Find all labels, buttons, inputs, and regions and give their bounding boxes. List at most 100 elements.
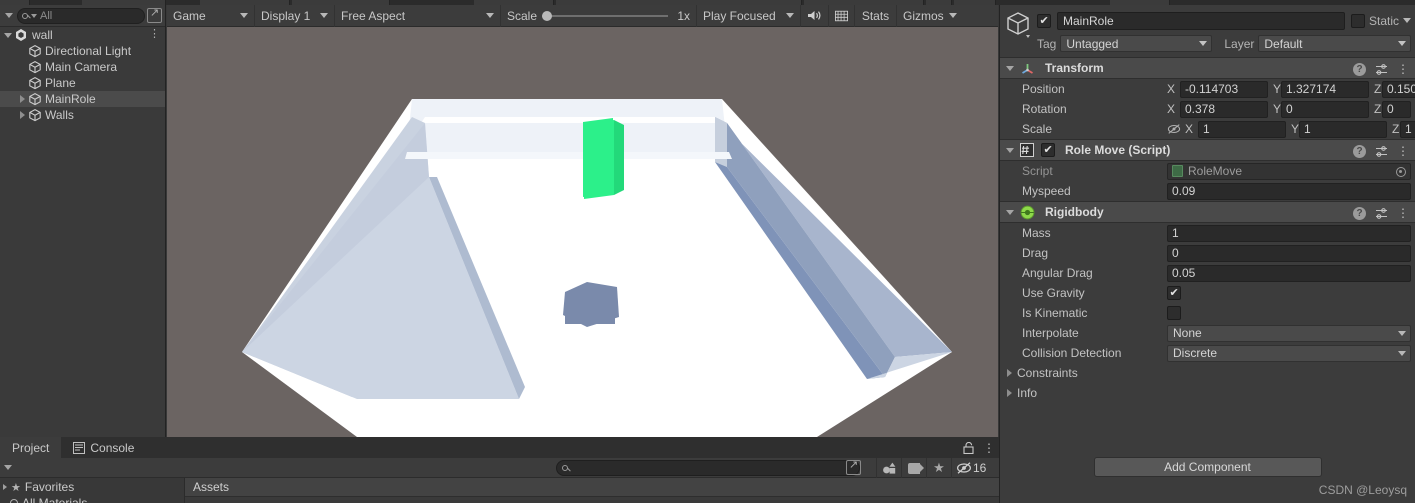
chevron-down-icon[interactable]: [2, 32, 14, 38]
game-view-panel: Game Display 1 Free Aspect Scale 1x Play…: [167, 4, 998, 437]
tag-dropdown[interactable]: Untagged: [1060, 35, 1213, 52]
project-asset-browser[interactable]: Assets: [185, 478, 999, 503]
is-kinematic-checkbox[interactable]: [1167, 306, 1181, 320]
kebab-icon[interactable]: ⋮: [1397, 63, 1409, 75]
property-row-scale: Scale X 1 Y 1 Z 1: [1000, 119, 1415, 139]
component-header-role-move-script[interactable]: Role Move (Script)? ⋮: [1000, 139, 1415, 161]
axis-label-y: Y: [1273, 102, 1282, 116]
preset-icon[interactable]: [1375, 145, 1388, 158]
mute-audio-button[interactable]: [801, 4, 829, 27]
search-filter-caret-icon[interactable]: [31, 13, 37, 18]
hierarchy-item-mainrole[interactable]: MainRole: [0, 91, 165, 107]
chevron-down-icon[interactable]: [1006, 147, 1014, 153]
layer-dropdown[interactable]: Default: [1258, 35, 1411, 52]
interpolate-dropdown[interactable]: None: [1167, 324, 1411, 342]
console-icon: [73, 441, 86, 454]
hierarchy-popout-icon[interactable]: [147, 6, 162, 23]
hierarchy-item-plane[interactable]: Plane: [0, 75, 165, 91]
component-header-rigidbody[interactable]: Rigidbody? ⋮: [1000, 201, 1415, 223]
mass-input[interactable]: 1: [1167, 224, 1411, 242]
hierarchy-panel: All wall ⋮ Directional Light Main Camera Pla…: [0, 5, 166, 437]
position-y-input[interactable]: 1.327174: [1281, 80, 1369, 98]
chevron-right-icon[interactable]: [16, 111, 28, 119]
hierarchy-item-walls[interactable]: Walls: [0, 107, 165, 123]
preset-icon[interactable]: [1375, 207, 1388, 220]
position-z-input[interactable]: 0.150333: [1382, 80, 1415, 98]
static-dropdown-icon[interactable]: [1403, 18, 1411, 23]
hierarchy-item-wall[interactable]: wall ⋮: [0, 27, 165, 43]
game-view-canvas[interactable]: [167, 27, 998, 437]
hierarchy-item-main-camera[interactable]: Main Camera: [0, 59, 165, 75]
property-row-myspeed: Myspeed 0.09: [1000, 181, 1415, 201]
help-icon[interactable]: ?: [1353, 144, 1366, 158]
scale-slider[interactable]: [542, 10, 669, 21]
object-picker-icon[interactable]: [1396, 166, 1406, 177]
tab-project[interactable]: Project: [0, 437, 62, 458]
position-x-input[interactable]: -0.114703: [1180, 80, 1268, 98]
filter-favorites-button[interactable]: ★: [926, 458, 951, 478]
gizmos-label: Gizmos: [903, 8, 944, 23]
property-label: Mass: [1022, 226, 1051, 240]
rotation-y-input[interactable]: 0: [1281, 100, 1369, 118]
foldout-info[interactable]: Info: [1000, 383, 1415, 403]
script-object-field[interactable]: RoleMove: [1167, 162, 1411, 180]
eye-off-icon[interactable]: [1167, 122, 1181, 136]
help-icon[interactable]: ?: [1353, 62, 1366, 76]
favorites-row[interactable]: ★ Favorites: [0, 478, 184, 494]
filter-by-type-button[interactable]: [876, 458, 901, 478]
scale-slider-group[interactable]: Scale 1x: [501, 4, 697, 27]
grid-icon: [835, 10, 848, 21]
project-search-popout-icon[interactable]: [846, 458, 861, 475]
scale-slider-handle[interactable]: [542, 10, 553, 21]
stats-grid-toggle[interactable]: [829, 4, 855, 27]
hierarchy-item-directional-light[interactable]: Directional Light: [0, 43, 165, 59]
unity-editor-window: All wall ⋮ Directional Light Main Camera Pla…: [0, 0, 1415, 503]
chevron-right-icon[interactable]: [3, 484, 7, 490]
component-header-transform[interactable]: Transform? ⋮: [1000, 57, 1415, 79]
tab-console[interactable]: Console: [61, 437, 146, 458]
stats-button[interactable]: Stats: [855, 4, 897, 27]
play-mode-selector[interactable]: Play Focused: [697, 4, 801, 27]
display-selector[interactable]: Display 1: [255, 4, 335, 27]
game-tab-selector[interactable]: Game: [167, 4, 255, 27]
tag-value: Untagged: [1066, 36, 1119, 51]
static-checkbox[interactable]: [1350, 13, 1365, 28]
use-gravity-checkbox[interactable]: [1167, 286, 1181, 300]
component-enabled-checkbox[interactable]: [1041, 143, 1055, 157]
angular-drag-input[interactable]: 0.05: [1167, 264, 1411, 282]
gizmos-button[interactable]: Gizmos: [897, 5, 963, 27]
foldout-constraints[interactable]: Constraints: [1000, 363, 1415, 383]
kebab-icon[interactable]: ⋮: [983, 442, 995, 454]
chevron-down-icon[interactable]: [1006, 65, 1014, 71]
hierarchy-search-input[interactable]: All: [17, 7, 145, 24]
lock-open-icon[interactable]: [963, 441, 974, 454]
rotation-z-input[interactable]: 0: [1382, 100, 1411, 118]
scale-z-input[interactable]: 1: [1400, 120, 1415, 138]
chevron-right-icon[interactable]: [16, 95, 28, 103]
hidden-packages-count[interactable]: 16: [951, 458, 990, 478]
chevron-down-icon[interactable]: [1006, 209, 1014, 215]
filter-by-label-button[interactable]: [901, 458, 926, 478]
scale-x-input[interactable]: 1: [1198, 120, 1286, 138]
scale-y-input[interactable]: 1: [1299, 120, 1387, 138]
kebab-icon[interactable]: ⋮: [149, 29, 160, 40]
aspect-selector[interactable]: Free Aspect: [335, 4, 501, 27]
axis-label-z: Z: [1392, 122, 1400, 136]
property-label: Script: [1022, 164, 1053, 178]
property-row-is-kinematic: Is Kinematic: [1000, 303, 1415, 323]
rotation-x-input[interactable]: 0.378: [1180, 100, 1268, 118]
gameobject-name-input[interactable]: MainRole: [1057, 11, 1345, 30]
project-menu-icon[interactable]: [4, 465, 12, 470]
kebab-icon[interactable]: ⋮: [1397, 145, 1409, 157]
gameobject-enabled-checkbox[interactable]: [1037, 13, 1051, 28]
help-icon[interactable]: ?: [1353, 206, 1366, 220]
myspeed-input[interactable]: 0.09: [1167, 182, 1411, 200]
project-search-input[interactable]: [556, 458, 861, 476]
collision-detection-dropdown[interactable]: Discrete: [1167, 344, 1411, 362]
all-materials-row[interactable]: All Materials: [0, 494, 184, 503]
add-component-button[interactable]: Add Component: [1093, 457, 1322, 477]
drag-input[interactable]: 0: [1167, 244, 1411, 262]
kebab-icon[interactable]: ⋮: [1397, 207, 1409, 219]
hierarchy-menu-icon[interactable]: [5, 13, 13, 18]
preset-icon[interactable]: [1375, 63, 1388, 76]
